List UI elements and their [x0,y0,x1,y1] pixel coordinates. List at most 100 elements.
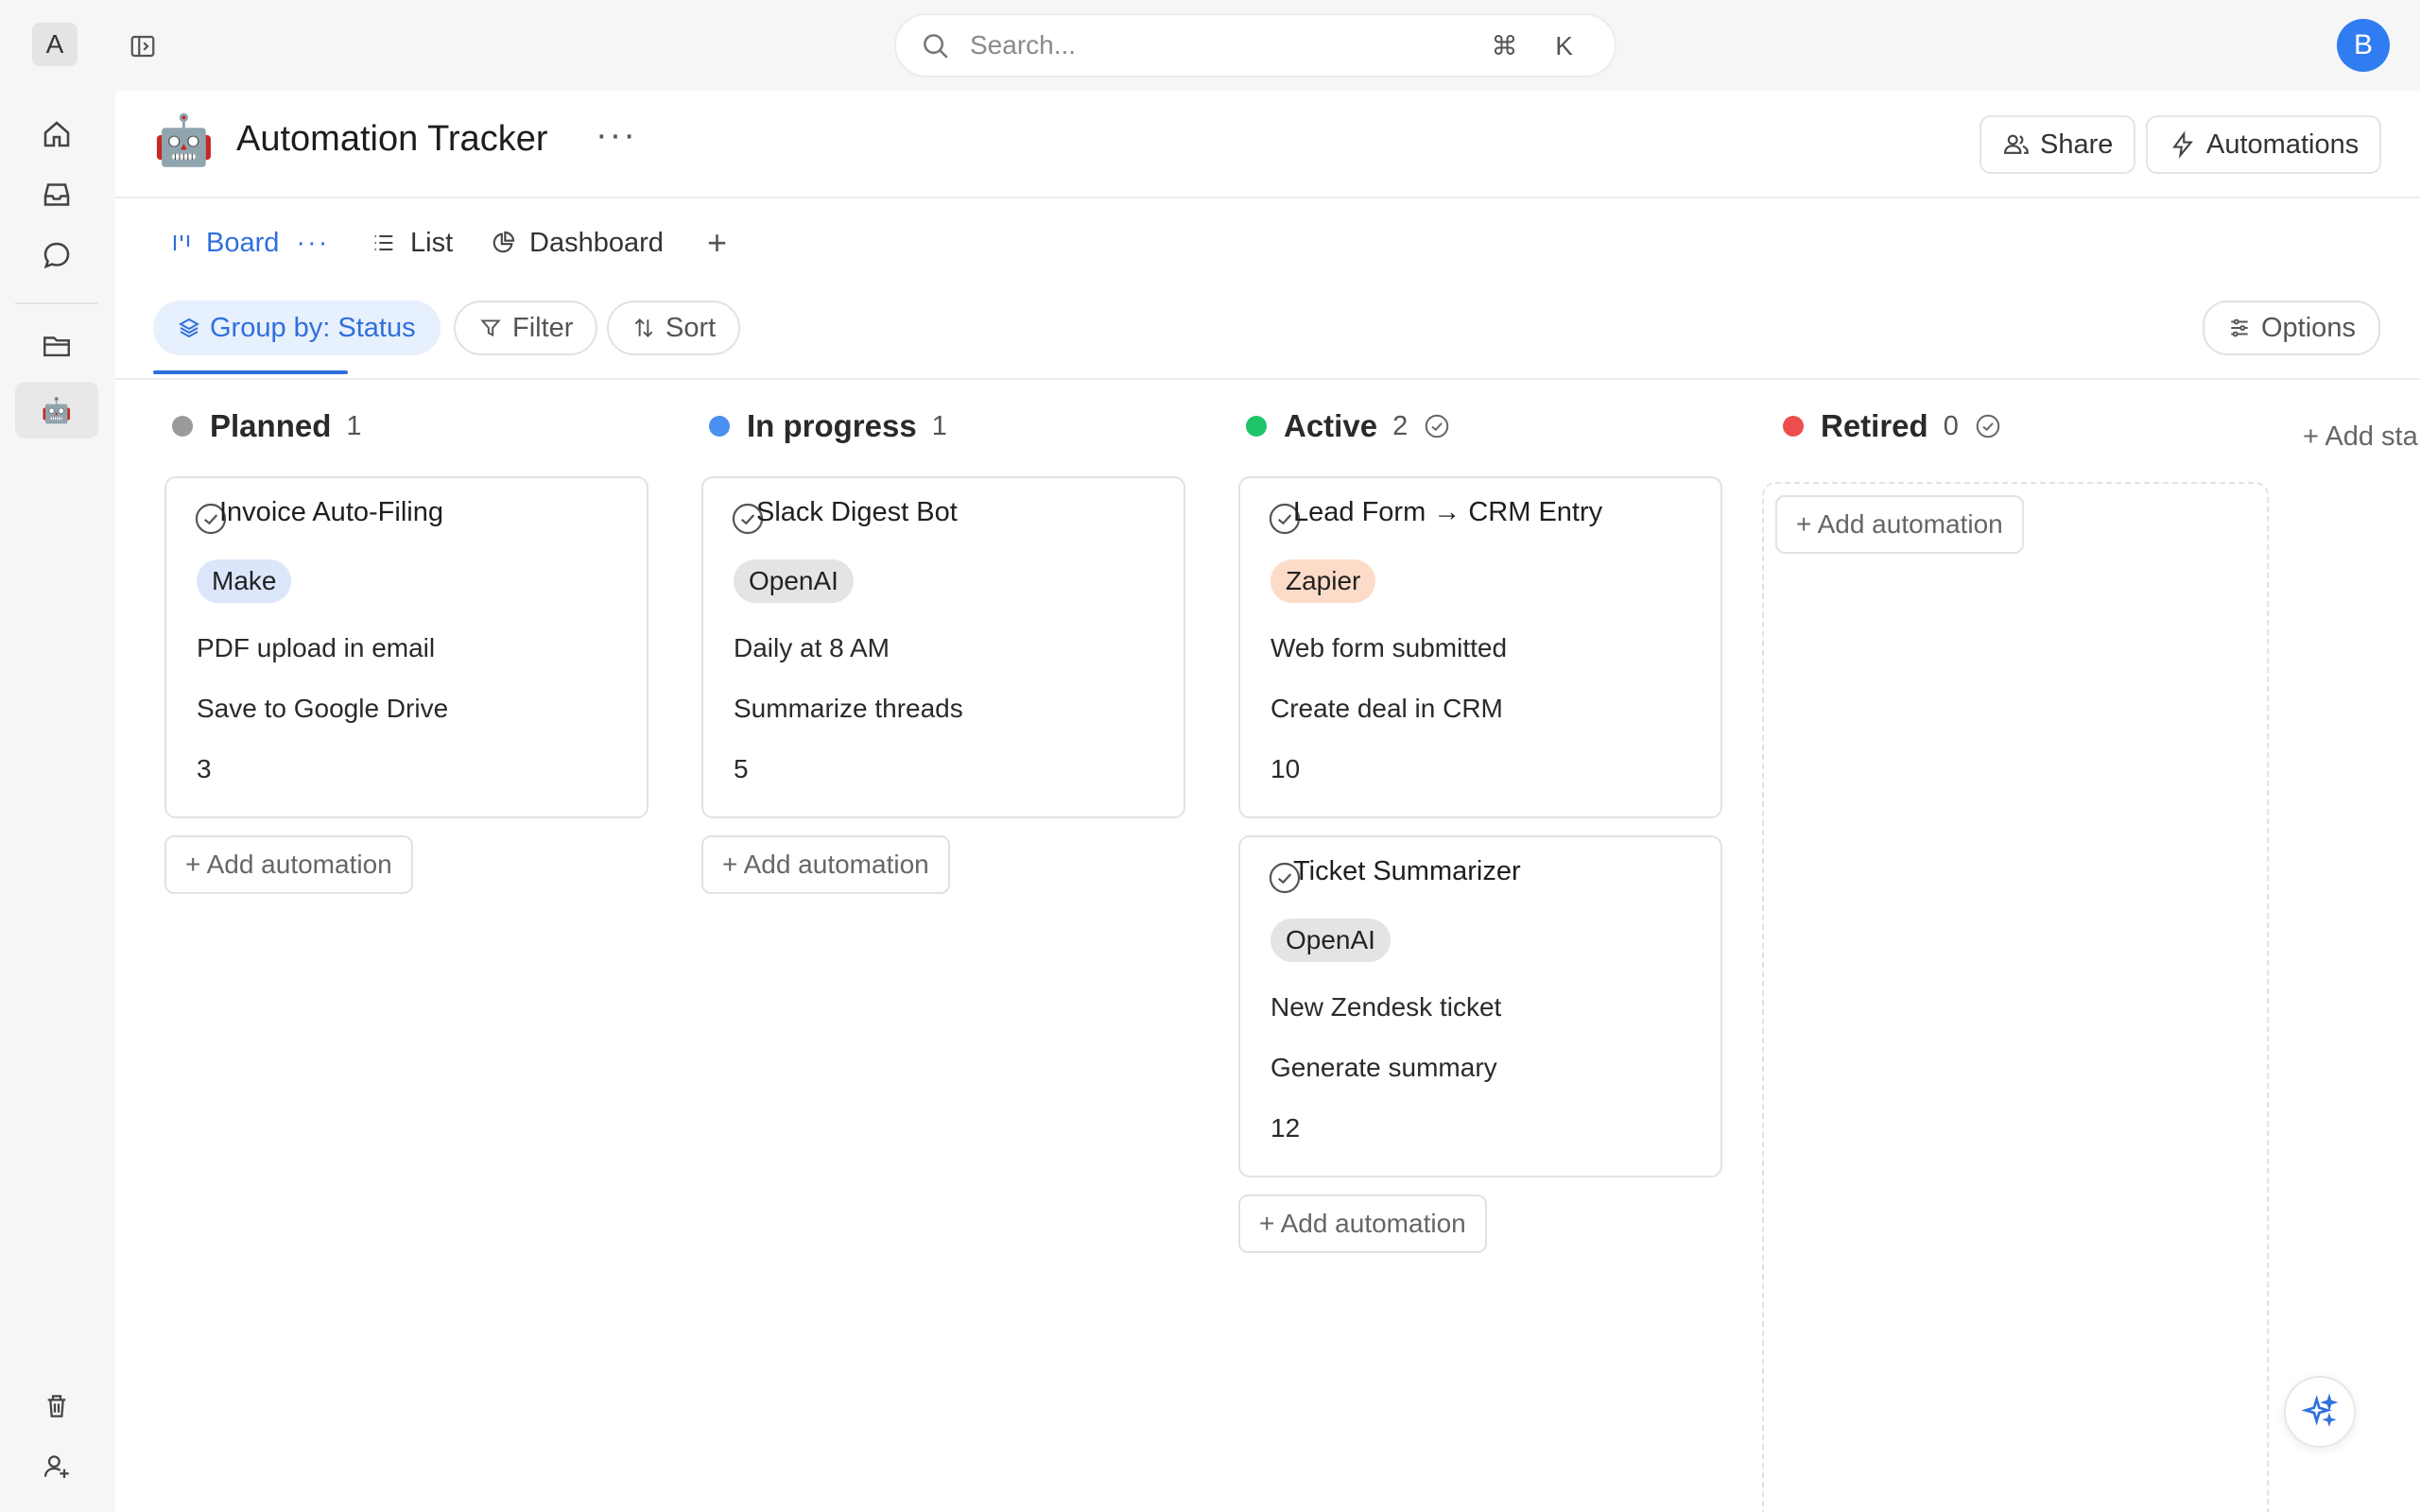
add-view-button[interactable]: + [707,219,727,266]
rail-divider [15,302,98,304]
filter-icon [480,319,501,337]
card-action: Generate summary [1270,1053,1497,1082]
empty-column-dropzone[interactable] [1762,482,2269,1512]
share-button[interactable]: Share [1979,115,2136,174]
sort-button[interactable]: Sort [607,301,741,355]
card-trigger: New Zendesk ticket [1270,992,1502,1022]
top-bar: A Search... ⌘ K B [0,0,2420,91]
robot-icon[interactable]: 🤖 [36,389,78,431]
lightning-icon [2172,130,2193,159]
platform-tag: OpenAI [734,559,854,603]
status-dot [1246,416,1267,437]
column-count: 2 [1392,410,1409,441]
pie-chart-icon [493,231,515,253]
card-value: 3 [197,754,212,783]
home-icon[interactable] [36,113,78,155]
automation-card[interactable]: Invoice Auto-Filing Make PDF upload in e… [164,476,648,818]
sort-icon [634,318,653,338]
column-header-retired: Retired 0 [1783,403,2002,450]
column-name[interactable]: Retired [1821,408,1928,444]
add-automation-button[interactable]: + Add automation [164,835,413,894]
automations-button[interactable]: Automations [2146,115,2382,174]
card-title: Invoice Auto-Filing [219,497,443,527]
user-avatar[interactable]: B [2337,19,2390,72]
options-label: Options [2261,312,2356,343]
column-count: 0 [1943,410,1959,441]
inbox-icon[interactable] [36,174,78,215]
sliders-icon [2231,318,2248,337]
column-count: 1 [931,410,947,441]
invite-user-icon[interactable] [36,1446,78,1487]
status-dot [172,416,193,437]
tabs-divider [115,378,2420,380]
column-header-in-progress: In progress 1 [709,403,947,450]
add-automation-button[interactable]: + Add automation [1238,1194,1487,1253]
options-button[interactable]: Options [2203,301,2380,355]
platform-tag: OpenAI [1270,919,1391,962]
automation-card[interactable]: Slack Digest Bot OpenAI Daily at 8 AM Su… [701,476,1185,818]
add-automation-button[interactable]: + Add automation [1775,495,2024,554]
sort-label: Sort [666,312,717,343]
card-trigger: Web form submitted [1270,633,1508,662]
view-tabs: Board ··· List Dashboard + [115,200,2420,378]
add-automation-button[interactable]: + Add automation [701,835,950,894]
add-status-button[interactable]: + Add sta [2303,421,2418,453]
card-value: 5 [734,754,749,783]
list-icon [374,234,393,251]
tab-list[interactable]: List [371,219,453,266]
column-name[interactable]: In progress [747,408,917,444]
tab-dashboard[interactable]: Dashboard [490,219,664,266]
card-title: Lead Form → CRM Entry [1293,497,1603,527]
automation-card[interactable]: Lead Form → CRM Entry Zapier Web form su… [1238,476,1722,818]
card-action: Summarize threads [734,694,963,723]
column-count: 1 [346,410,362,441]
tab-board-label: Board [206,227,280,258]
tab-board[interactable]: Board ··· [170,219,329,266]
board-icon [173,235,190,250]
automation-card[interactable]: Ticket Summarizer OpenAI New Zendesk tic… [1238,835,1722,1177]
done-status-icon [1976,414,2000,438]
folder-icon[interactable] [36,325,78,367]
active-tab-indicator [153,370,348,374]
page-more-button[interactable]: ··· [596,115,637,156]
platform-tag: Make [197,559,292,603]
tab-board-more-button[interactable]: ··· [296,228,329,259]
search-shortcut: ⌘ K [1491,30,1588,60]
status-dot [709,416,730,437]
filter-label: Filter [512,312,574,343]
chat-icon[interactable] [36,234,78,276]
column-name[interactable]: Planned [210,408,331,444]
workspace-avatar[interactable]: A [32,23,78,66]
page-icon[interactable]: 🤖 [153,112,215,169]
main-panel: 🤖 Automation Tracker ··· Share Automatio… [115,91,2420,1512]
tab-list-label: List [410,227,454,258]
card-title: Slack Digest Bot [756,497,958,527]
filter-button[interactable]: Filter [454,301,598,355]
card-trigger: Daily at 8 AM [734,633,890,662]
column-name[interactable]: Active [1284,408,1377,444]
card-value: 12 [1270,1113,1301,1143]
layers-icon [179,318,199,338]
card-title: Ticket Summarizer [1293,856,1521,886]
search-bar[interactable]: Search... ⌘ K [894,13,1616,77]
column-header-planned: Planned 1 [172,403,362,450]
group-by-label: Group by: Status [210,312,416,343]
status-dot [1783,416,1804,437]
column-header-active: Active 2 [1246,403,1451,450]
group-by-button[interactable]: Group by: Status [153,301,441,355]
card-value: 10 [1270,754,1301,783]
tab-dashboard-label: Dashboard [529,227,664,258]
page-title[interactable]: Automation Tracker [236,119,547,160]
trash-icon[interactable] [36,1385,78,1427]
page-header: 🤖 Automation Tracker ··· Share Automatio… [115,91,2420,198]
platform-tag: Zapier [1270,559,1376,603]
search-placeholder: Search... [970,30,1077,60]
search-icon [924,34,948,59]
ai-assistant-button[interactable] [2284,1376,2356,1448]
left-rail: 🤖 [0,91,115,1512]
share-label: Share [2040,129,2114,160]
card-action: Create deal in CRM [1270,694,1503,723]
automations-label: Automations [2206,129,2360,160]
card-action: Save to Google Drive [197,694,449,723]
sidebar-toggle-icon[interactable] [125,28,161,64]
